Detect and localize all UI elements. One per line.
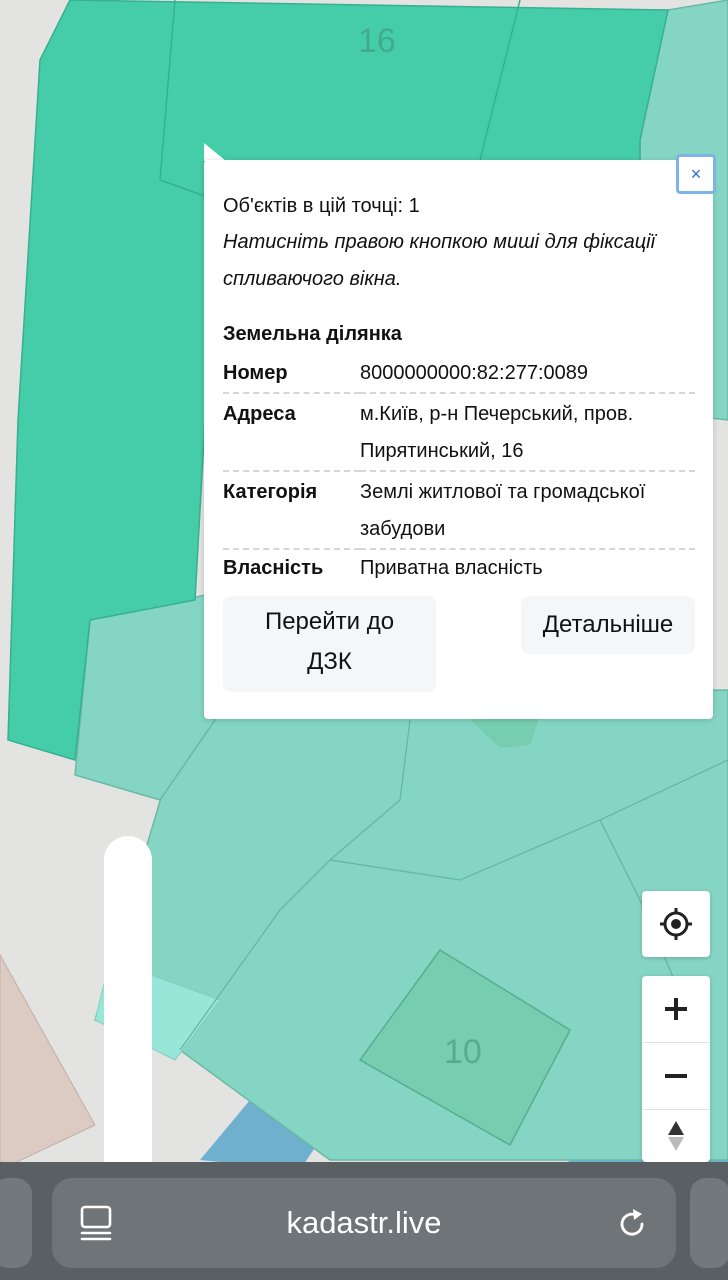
feature-popup: × Об'єктів в цій точці: 1 Натисніть прав… — [204, 154, 716, 719]
attribute-row: Номер 8000000000:82:277:0089 — [223, 353, 695, 394]
previous-tab-pill[interactable] — [0, 1178, 32, 1268]
objects-count: Об'єктів в цій точці: 1 — [223, 195, 420, 217]
locate-control — [642, 891, 710, 957]
attribute-value: м.Київ, р-н Печерський, пров. Пирятинськ… — [360, 393, 695, 472]
goto-dzk-button[interactable]: Перейти до ДЗК — [223, 596, 436, 692]
details-button[interactable]: Детальніше — [521, 596, 695, 654]
attributes-table: Номер 8000000000:82:277:0089 Адреса м.Ки… — [223, 353, 695, 585]
attribute-value: Землі житлової та громадської забудови — [360, 471, 695, 550]
zoom-out-button[interactable] — [642, 1042, 710, 1109]
attribute-key: Власність — [223, 557, 324, 579]
parcel-label-10: 10 — [444, 1033, 482, 1071]
close-button[interactable]: × — [676, 154, 716, 194]
attribute-row: Адреса м.Київ, р-н Печерський, пров. Пир… — [223, 393, 695, 472]
compass-icon — [668, 1121, 684, 1151]
zoom-control — [642, 976, 710, 1162]
section-title: Земельна ділянка — [223, 323, 402, 345]
attribute-row: Власність Приватна власність — [223, 549, 695, 585]
url-text: kadastr.live — [286, 1205, 442, 1240]
locate-button[interactable] — [642, 891, 710, 957]
crosshair-icon — [660, 908, 692, 940]
next-tab-pill[interactable] — [690, 1178, 728, 1268]
attribute-key: Адреса — [223, 393, 360, 472]
zoom-in-button[interactable] — [642, 976, 710, 1042]
reload-icon[interactable] — [614, 1206, 650, 1242]
attribute-value: 8000000000:82:277:0089 — [360, 353, 695, 394]
compass-button[interactable] — [642, 1109, 710, 1162]
close-icon: × — [690, 163, 702, 184]
browser-bottom-bar: kadastr.live — [0, 1162, 728, 1280]
address-bar[interactable]: kadastr.live — [52, 1178, 676, 1268]
minus-icon — [665, 1074, 687, 1078]
plus-icon — [665, 998, 687, 1020]
popup-hint: Натисніть правою кнопкою миші для фіксац… — [223, 231, 656, 290]
popup-pointer — [204, 143, 226, 161]
attribute-row: Категорія Землі житлової та громадської … — [223, 471, 695, 550]
attribute-value: Приватна власність — [360, 557, 543, 579]
attribute-key: Номер — [223, 353, 360, 394]
attribute-key: Категорія — [223, 471, 360, 550]
parcel-label-16: 16 — [358, 22, 396, 60]
